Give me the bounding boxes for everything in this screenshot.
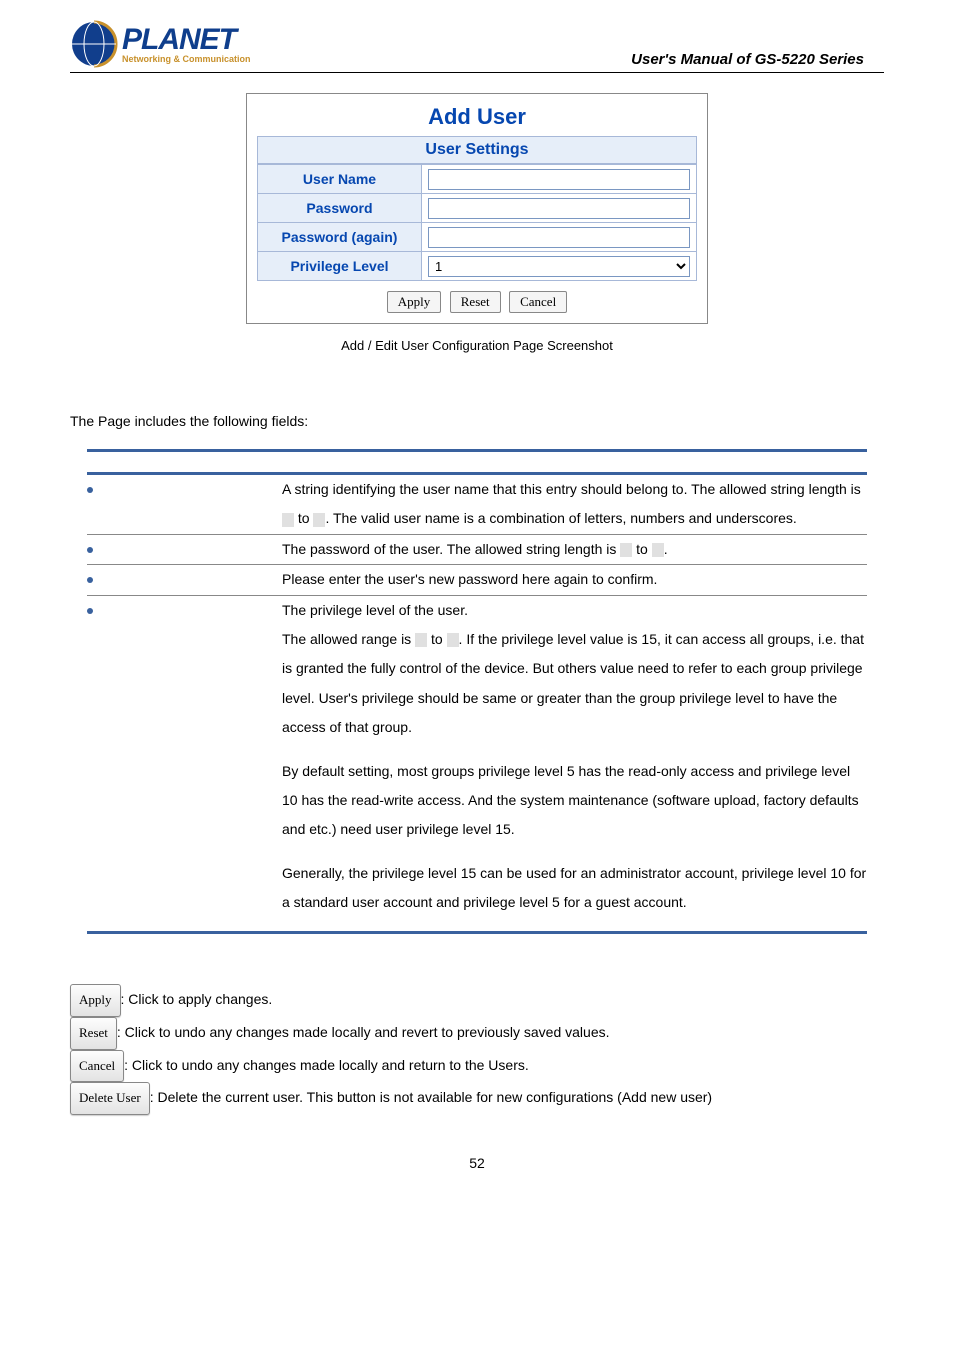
add-user-panel: Add User User Settings User Name Passwor… [246,93,708,324]
delete-button-visual: Delete User [70,1082,150,1115]
apply-button-visual: Apply [70,984,121,1017]
reset-desc: : Click to undo any changes made locally… [117,1024,610,1040]
privilege-select[interactable]: 1 [428,256,690,277]
password-input[interactable] [428,198,690,219]
field-desc: The password of the user. The allowed st… [282,534,867,564]
username-label: User Name [258,165,422,193]
manual-title: User's Manual of GS-5220 Series [631,51,884,68]
figure-caption: Add / Edit User Configuration Page Scree… [70,338,884,353]
table-row: Please enter the user's new password her… [87,565,867,595]
apply-button[interactable]: Apply [387,291,442,313]
password-again-input[interactable] [428,227,690,248]
logo-subtext: Networking & Communication [122,55,251,64]
globe-icon [70,20,118,68]
fields-intro: The Page includes the following fields: [70,413,884,429]
buttons-section: Apply: Click to apply changes. Reset: Cl… [70,984,884,1114]
password-again-label: Password (again) [258,223,422,251]
cancel-desc: : Click to undo any changes made locally… [124,1057,529,1073]
table-row: The password of the user. The allowed st… [87,534,867,564]
table-header-right [282,451,867,474]
logo-text: PLANET [122,25,251,55]
section-header: User Settings [258,137,696,164]
apply-desc: : Click to apply changes. [121,991,273,1007]
username-input[interactable] [428,169,690,190]
field-desc: A string identifying the user name that … [282,474,867,535]
form-title: Add User [257,104,697,130]
reset-button[interactable]: Reset [450,291,501,313]
delete-desc: : Delete the current user. This button i… [150,1089,712,1105]
page-header: PLANET Networking & Communication User's… [70,20,884,73]
privilege-label: Privilege Level [258,252,422,280]
field-desc: Please enter the user's new password her… [282,565,867,595]
logo: PLANET Networking & Communication [70,20,251,68]
page-number: 52 [70,1155,884,1171]
password-label: Password [258,194,422,222]
cancel-button-visual: Cancel [70,1050,124,1083]
fields-table: A string identifying the user name that … [87,449,867,934]
table-header-left [87,451,282,474]
field-desc: The privilege level of the user. The all… [282,595,867,933]
table-row: A string identifying the user name that … [87,474,867,535]
cancel-button[interactable]: Cancel [509,291,567,313]
table-row: The privilege level of the user. The all… [87,595,867,933]
reset-button-visual: Reset [70,1017,117,1050]
